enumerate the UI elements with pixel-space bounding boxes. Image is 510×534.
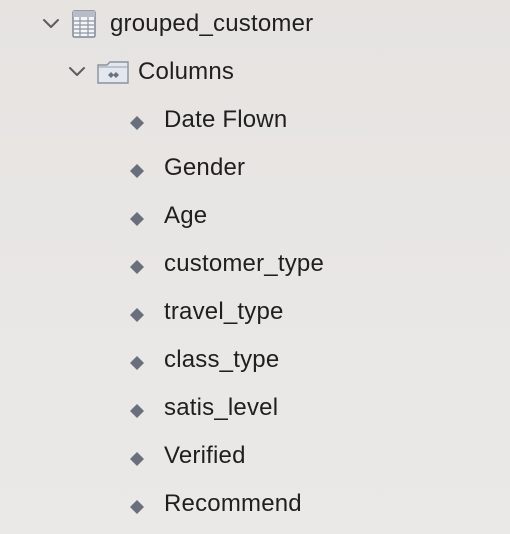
column-item-gender[interactable]: Gender <box>126 148 245 188</box>
column-item-date-flown[interactable]: Date Flown <box>126 100 287 140</box>
column-label: Verified <box>164 442 246 469</box>
column-item-age[interactable]: Age <box>126 196 207 236</box>
folder-icon <box>96 58 130 86</box>
column-label: satis_level <box>164 394 279 421</box>
diamond-column-icon <box>126 304 148 326</box>
table-row-grouped-customer[interactable]: grouped_customer <box>40 4 313 44</box>
column-item-satis-level[interactable]: satis_level <box>126 388 278 428</box>
chevron-down-icon[interactable] <box>66 61 88 83</box>
column-label: customer_type <box>164 250 325 277</box>
diamond-column-icon <box>126 448 148 470</box>
diamond-column-icon <box>126 208 148 230</box>
column-label: Gender <box>164 154 246 181</box>
column-label: Recommend <box>164 490 302 517</box>
diamond-column-icon <box>126 112 148 134</box>
column-label: Date Flown <box>164 106 288 133</box>
column-item-class-type[interactable]: class_type <box>126 340 279 380</box>
diamond-column-icon <box>126 352 148 374</box>
chevron-down-icon[interactable] <box>40 13 62 35</box>
folder-row-columns[interactable]: Columns <box>66 52 234 92</box>
column-label: class_type <box>164 346 280 373</box>
column-label: travel_type <box>164 298 284 325</box>
schema-tree: grouped_customer Columns Date Flown Gend… <box>0 0 510 534</box>
column-item-recommend[interactable]: Recommend <box>126 484 302 524</box>
column-label: Age <box>164 202 208 229</box>
column-item-customer-type[interactable]: customer_type <box>126 244 324 284</box>
diamond-column-icon <box>126 496 148 518</box>
diamond-column-icon <box>126 256 148 278</box>
column-item-travel-type[interactable]: travel_type <box>126 292 284 332</box>
table-icon <box>70 9 98 39</box>
table-name: grouped_customer <box>110 10 314 37</box>
diamond-column-icon <box>126 160 148 182</box>
folder-name: Columns <box>138 58 235 85</box>
diamond-column-icon <box>126 400 148 422</box>
column-item-verified[interactable]: Verified <box>126 436 246 476</box>
